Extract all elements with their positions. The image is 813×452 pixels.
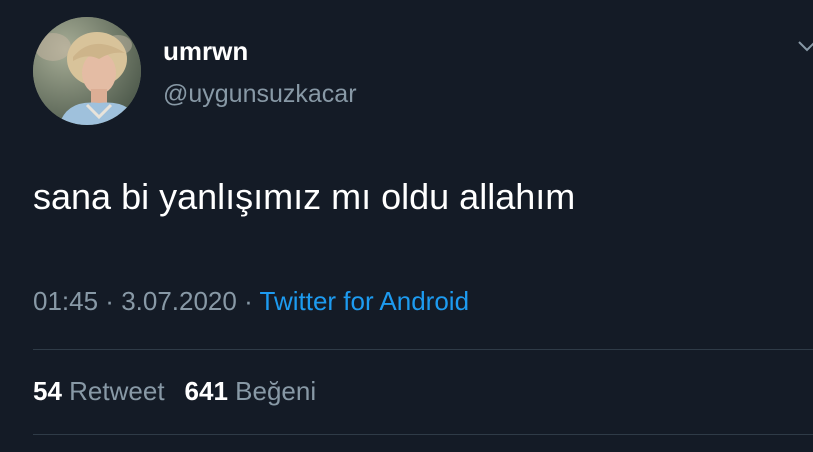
tweet-date[interactable]: 3.07.2020 — [121, 286, 237, 316]
divider — [33, 349, 813, 350]
likes-label: Beğeni — [235, 376, 317, 406]
likes-stat[interactable]: 641 Beğeni — [185, 376, 317, 406]
retweets-stat[interactable]: 54 Retweet — [33, 376, 165, 406]
meta-separator: · — [236, 286, 260, 316]
chevron-down-icon[interactable] — [798, 38, 813, 56]
tweet-time[interactable]: 01:45 — [33, 286, 98, 316]
display-name[interactable]: umrwn — [163, 36, 248, 67]
divider — [33, 434, 813, 435]
likes-count: 641 — [184, 376, 228, 406]
meta-separator: · — [98, 286, 122, 316]
avatar-image — [33, 17, 141, 125]
tweet-stats: 54 Retweet 641 Beğeni — [33, 376, 316, 407]
retweets-count: 54 — [33, 376, 62, 406]
tweet-metadata: 01:45 · 3.07.2020 · Twitter for Android — [33, 286, 469, 317]
tweet-source-link[interactable]: Twitter for Android — [260, 286, 470, 316]
user-handle[interactable]: @uygunsuzkacar — [163, 80, 357, 109]
tweet-text: sana bi yanlışımız mı oldu allahım — [33, 176, 576, 217]
avatar[interactable] — [33, 17, 141, 125]
retweets-label: Retweet — [69, 376, 165, 406]
